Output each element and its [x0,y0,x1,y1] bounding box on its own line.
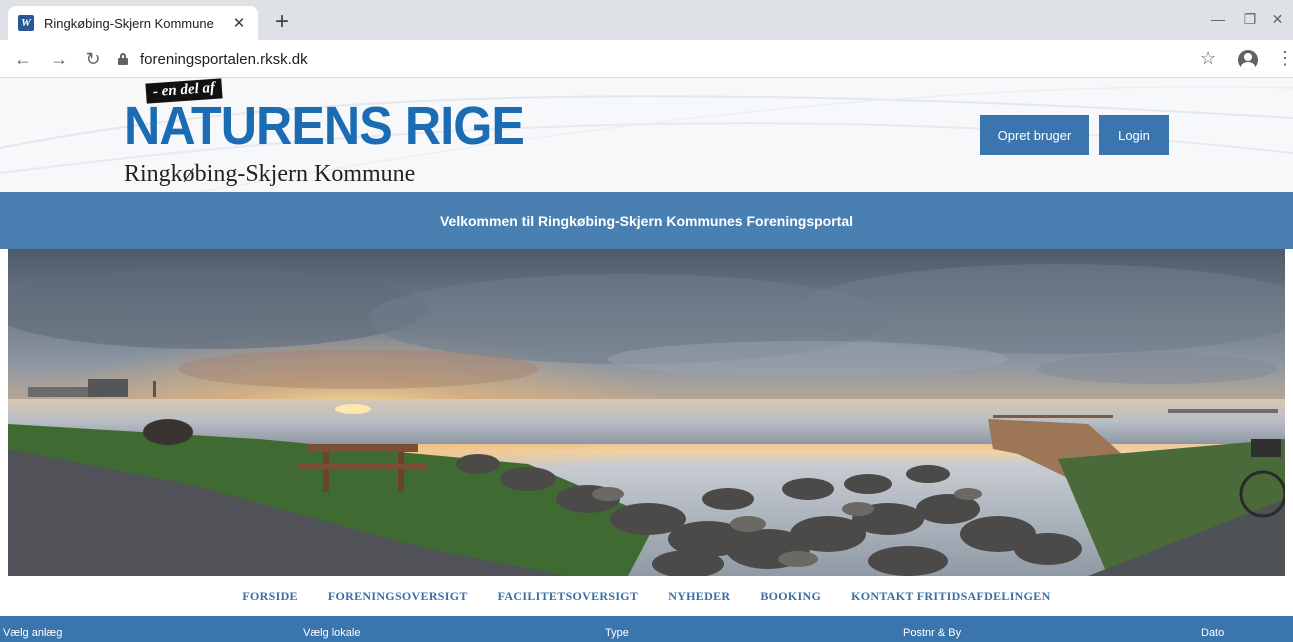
welcome-banner: Velkommen til Ringkøbing-Skjern Kommunes… [0,192,1293,249]
register-button[interactable]: Opret bruger [980,115,1089,155]
word-favicon-icon: W [18,15,34,31]
booking-filter-bar: Vælg anlæg Vælg lokale Type Postnr & By … [0,616,1293,642]
filter-room[interactable]: Vælg lokale [303,627,360,639]
main-navigation: FORSIDE FORENINGSOVERSIGT FACILITETSOVER… [0,576,1293,616]
filter-facility[interactable]: Vælg anlæg [3,627,62,639]
logo-wordmark: NATURENS RIGE [124,96,525,156]
new-tab-plus-icon[interactable]: + [268,9,296,37]
login-button[interactable]: Login [1099,115,1169,155]
filter-type[interactable]: Type [605,627,629,639]
nav-kontakt-fritidsafdelingen[interactable]: KONTAKT FRITIDSAFDELINGEN [836,589,1065,604]
address-bar[interactable]: foreningsportalen.rksk.dk [118,46,1238,72]
hero-panorama-image [8,249,1285,576]
close-window-icon[interactable]: ✕ [1262,6,1293,32]
bookmark-star-icon[interactable]: ☆ [1200,48,1216,69]
nav-booking[interactable]: BOOKING [745,589,836,604]
browser-tab-bar: W Ringkøbing-Skjern Kommune ✕ + — ❐ ✕ [0,0,1293,40]
nav-facilitetsoversigt[interactable]: FACILITETSOVERSIGT [483,589,654,604]
forward-arrow-icon[interactable]: → [46,46,72,72]
kebab-menu-icon[interactable]: ⋮ [1276,48,1293,68]
browser-tab[interactable]: W Ringkøbing-Skjern Kommune ✕ [8,6,258,40]
nav-foreningsoversigt[interactable]: FORENINGSOVERSIGT [313,589,483,604]
url-text: foreningsportalen.rksk.dk [140,50,308,68]
site-header: - en del af NATURENS RIGE Ringkøbing-Skj… [0,78,1293,192]
tab-title: Ringkøbing-Skjern Kommune [44,15,214,31]
lock-icon [118,53,128,65]
profile-avatar-icon[interactable] [1238,50,1258,70]
browser-toolbar: ← → ↻ foreningsportalen.rksk.dk ☆ ⋮ [0,40,1293,78]
nav-nyheder[interactable]: NYHEDER [653,589,745,604]
reload-icon[interactable]: ↻ [80,46,106,72]
logo-municipality: Ringkøbing-Skjern Kommune [124,161,416,187]
filter-postal-city[interactable]: Postnr & By [903,627,961,639]
tab-close-icon[interactable]: ✕ [230,14,248,32]
back-arrow-icon[interactable]: ← [10,46,36,72]
nav-forside[interactable]: FORSIDE [227,589,312,604]
naturens-rige-logo[interactable]: - en del af NATURENS RIGE Ringkøbing-Skj… [118,78,525,192]
filter-date[interactable]: Dato [1201,627,1224,639]
